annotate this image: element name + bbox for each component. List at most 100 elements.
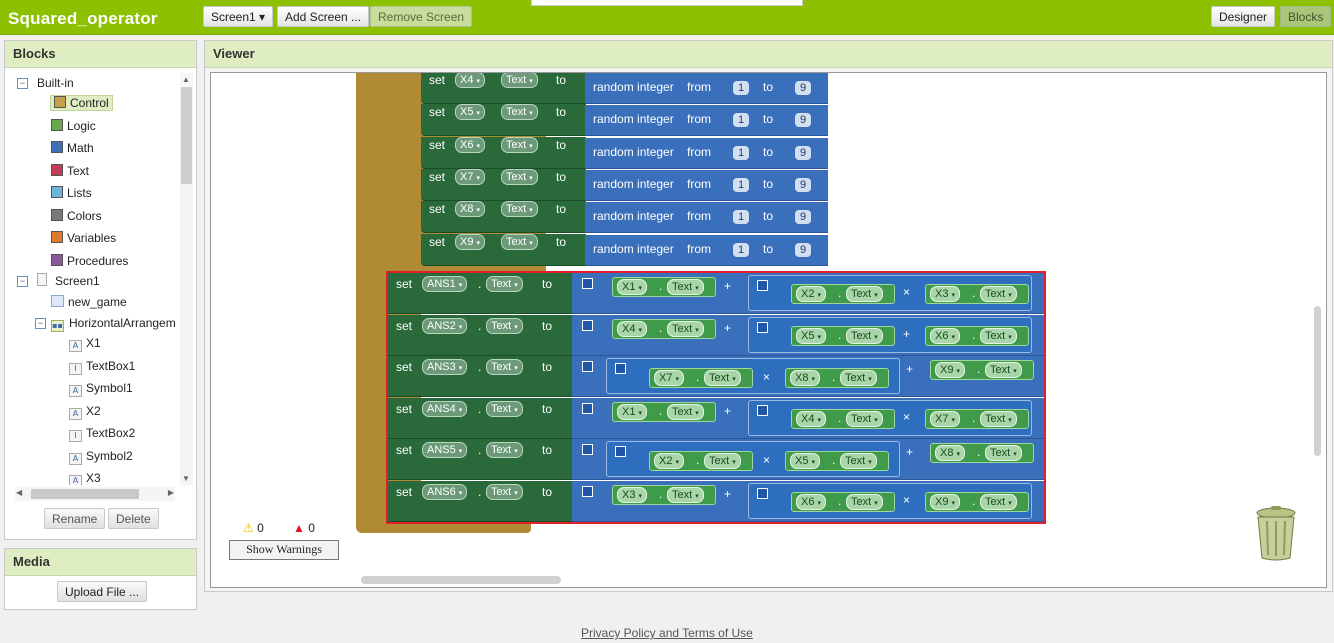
component-dropdown[interactable]: X9 ▾ bbox=[455, 233, 485, 250]
set-block[interactable]: setX7▾.Text▾to bbox=[421, 168, 586, 201]
label-icon: A bbox=[69, 475, 82, 485]
random-integer-block[interactable]: random integer from 1 to 9 bbox=[585, 169, 828, 201]
workspace-vertical-scrollbar[interactable] bbox=[1314, 306, 1321, 456]
scrollbar-thumb[interactable] bbox=[181, 87, 192, 184]
blocks-button[interactable]: Blocks bbox=[1280, 6, 1332, 27]
tree-item-control[interactable]: Control bbox=[50, 93, 113, 113]
lists-color-icon bbox=[51, 186, 63, 198]
add-screen-button[interactable]: Add Screen ... bbox=[277, 6, 370, 27]
property-dropdown[interactable]: Text ▾ bbox=[501, 136, 538, 153]
tree-item-x1[interactable]: A X1 bbox=[69, 333, 101, 353]
set-keyword: set bbox=[429, 234, 446, 249]
to-label: to bbox=[763, 241, 774, 256]
component-dropdown[interactable]: X7 ▾ bbox=[455, 168, 485, 185]
property-dropdown[interactable]: Text ▾ bbox=[501, 233, 538, 250]
component-dropdown[interactable]: X8 ▾ bbox=[455, 201, 485, 218]
number-block[interactable]: 1 bbox=[733, 177, 749, 192]
show-warnings-button[interactable]: Show Warnings bbox=[229, 540, 339, 560]
tree-item-symbol2[interactable]: A Symbol2 bbox=[69, 446, 133, 466]
warning-count: 0 bbox=[257, 521, 264, 535]
dropdown-arrow-icon: ▾ bbox=[529, 78, 533, 85]
random-integer-block[interactable]: random integer from 1 to 9 bbox=[585, 234, 828, 266]
property-dropdown[interactable]: Text ▾ bbox=[501, 168, 538, 185]
dropdown-arrow-icon: ▾ bbox=[476, 78, 480, 85]
collapse-icon[interactable]: − bbox=[17, 78, 28, 89]
set-block[interactable]: setX8▾.Text▾to bbox=[421, 201, 586, 234]
tree-item-colors[interactable]: Colors bbox=[51, 206, 102, 226]
tree-item-label: Symbol1 bbox=[86, 381, 133, 395]
tree-item-x3[interactable]: A X3 bbox=[69, 468, 101, 485]
number-block[interactable]: 9 bbox=[795, 145, 811, 160]
logic-color-icon bbox=[51, 118, 63, 131]
error-count: 0 bbox=[308, 521, 315, 535]
property-dropdown[interactable]: Text ▾ bbox=[501, 104, 538, 121]
tree-item-logic[interactable]: Logic bbox=[51, 116, 96, 136]
tree-item-inner: Lists bbox=[51, 186, 92, 200]
property-dropdown-label: Text bbox=[506, 74, 527, 86]
number-block[interactable]: 1 bbox=[733, 81, 749, 95]
number-block[interactable]: 1 bbox=[733, 145, 749, 160]
tree-item-math[interactable]: Math bbox=[51, 138, 94, 158]
designer-button[interactable]: Designer bbox=[1211, 6, 1276, 27]
number-block[interactable]: 1 bbox=[733, 242, 749, 257]
to-keyword: to bbox=[556, 202, 567, 217]
random-integer-block[interactable]: random integer from 1 to 9 bbox=[585, 137, 828, 169]
tree-item-label: Control bbox=[70, 96, 109, 110]
property-dropdown[interactable]: Text ▾ bbox=[501, 73, 538, 88]
tree-item-text[interactable]: Text bbox=[51, 161, 89, 181]
tree-item-procedures[interactable]: Procedures bbox=[51, 251, 128, 271]
property-dropdown-label: Text bbox=[506, 203, 527, 216]
error-indicator[interactable]: ▲ 0 bbox=[293, 521, 315, 535]
tree-item-variables[interactable]: Variables bbox=[51, 228, 116, 248]
tree-vertical-scrollbar[interactable]: ▲ ▼ bbox=[180, 73, 193, 485]
tree-item-textbox1[interactable]: I TextBox1 bbox=[69, 356, 135, 376]
property-dropdown[interactable]: Text ▾ bbox=[501, 201, 538, 218]
set-block[interactable]: setX9▾.Text▾to bbox=[421, 233, 586, 266]
set-keyword: set bbox=[429, 169, 446, 184]
from-label: from bbox=[687, 112, 711, 127]
tree-item-new-game[interactable]: new_game bbox=[51, 292, 127, 312]
delete-button[interactable]: Delete bbox=[108, 508, 159, 529]
component-dropdown[interactable]: X4 ▾ bbox=[455, 73, 485, 88]
scrollbar-thumb[interactable] bbox=[31, 489, 139, 499]
number-block[interactable]: 9 bbox=[795, 177, 811, 192]
component-dropdown[interactable]: X6 ▾ bbox=[455, 136, 485, 153]
tree-item-textbox2[interactable]: I TextBox2 bbox=[69, 423, 135, 443]
tree-item-symbol1[interactable]: A Symbol1 bbox=[69, 378, 133, 398]
warning-indicator[interactable]: ⚠ 0 bbox=[243, 521, 264, 535]
tree-item-x2[interactable]: A X2 bbox=[69, 401, 101, 421]
trash-icon[interactable] bbox=[1255, 505, 1297, 564]
workspace-horizontal-scrollbar[interactable] bbox=[361, 576, 561, 584]
upload-file-button[interactable]: Upload File ... bbox=[57, 581, 148, 602]
collapse-icon[interactable]: − bbox=[35, 318, 46, 329]
component-dropdown[interactable]: X5 ▾ bbox=[455, 104, 485, 121]
dropdown-arrow-icon: ▾ bbox=[476, 239, 480, 247]
tree-horizontal-scrollbar[interactable]: ◀ ▶ bbox=[15, 487, 175, 501]
blocks-workspace[interactable]: setX4▾.Text▾torandom integerfrom1to9setX… bbox=[210, 72, 1327, 588]
random-integer-block[interactable]: random integer from 1 to 9 bbox=[585, 73, 828, 104]
screen-dropdown[interactable]: Screen1 ▾ bbox=[203, 6, 274, 27]
random-integer-block[interactable]: random integer from 1 to 9 bbox=[585, 105, 828, 137]
number-block[interactable]: 9 bbox=[795, 81, 811, 95]
set-block[interactable]: setX4▾.Text▾to bbox=[421, 73, 586, 104]
remove-screen-button[interactable]: Remove Screen bbox=[370, 6, 473, 27]
privacy-link[interactable]: Privacy Policy and Terms of Use bbox=[581, 626, 753, 640]
number-block[interactable]: 1 bbox=[733, 210, 749, 225]
number-block[interactable]: 1 bbox=[733, 113, 749, 128]
rename-button[interactable]: Rename bbox=[44, 508, 106, 529]
to-label: to bbox=[763, 176, 774, 191]
viewer-title: Viewer bbox=[205, 41, 1332, 68]
random-integer-block[interactable]: random integer from 1 to 9 bbox=[585, 202, 828, 234]
set-block[interactable]: setX5▾.Text▾to bbox=[421, 104, 586, 137]
tree-item-lists[interactable]: Lists bbox=[51, 183, 92, 203]
tree-item-label: X2 bbox=[86, 403, 101, 418]
number-block[interactable]: 9 bbox=[795, 113, 811, 128]
from-label: from bbox=[687, 176, 711, 191]
number-block[interactable]: 9 bbox=[795, 210, 811, 225]
set-block[interactable]: setX6▾.Text▾to bbox=[421, 136, 586, 169]
number-block[interactable]: 9 bbox=[795, 242, 811, 257]
collapse-icon[interactable]: − bbox=[17, 276, 28, 287]
tree-item-label: X1 bbox=[86, 336, 101, 350]
dropdown-arrow-icon: ▾ bbox=[476, 174, 480, 182]
component-dropdown-label: X9 bbox=[460, 235, 474, 248]
